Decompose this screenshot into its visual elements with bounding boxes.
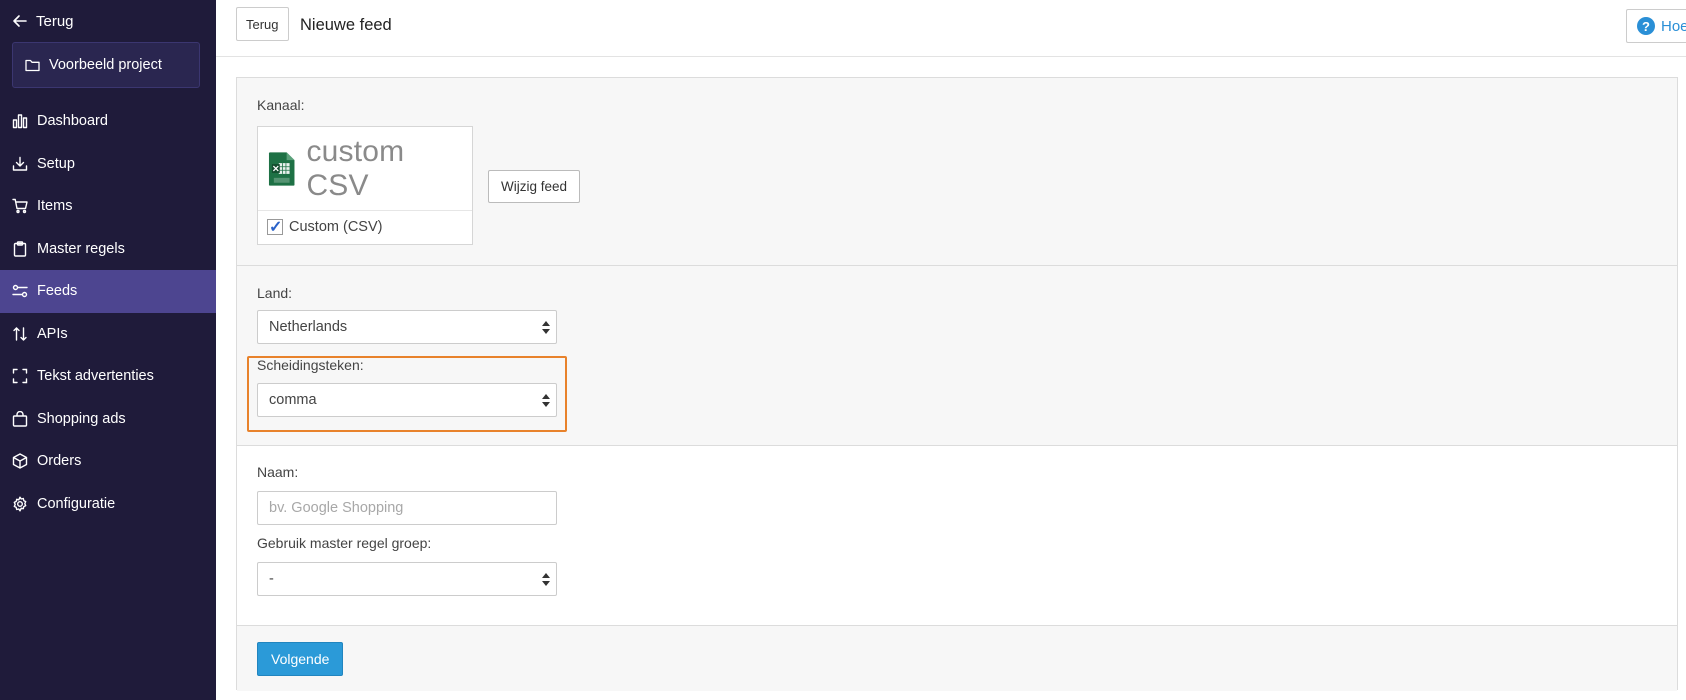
top-bar: Terug Nieuwe feed ? Hoe (216, 0, 1686, 57)
clipboard-icon (13, 241, 27, 257)
sidebar-item-label: Shopping ads (37, 410, 126, 427)
back-button[interactable]: Terug (236, 7, 289, 41)
sliders-icon (12, 285, 28, 298)
sidebar-item-label: APIs (37, 325, 68, 342)
page-title: Nieuwe feed (300, 16, 392, 34)
select-arrows-icon (542, 394, 551, 408)
sidebar-item-shopping-ads[interactable]: Shopping ads (0, 398, 216, 441)
sidebar-item-items[interactable]: Items (0, 185, 216, 228)
channel-option-label: Custom (CSV) (289, 219, 383, 235)
box-icon (12, 453, 28, 469)
folder-icon (25, 59, 40, 72)
frame-corners-icon (12, 369, 28, 384)
sidebar-item-label: Setup (37, 155, 75, 172)
bar-chart-icon (12, 114, 28, 129)
master-group-label: Gebruik master regel groep: (257, 535, 432, 551)
sidebar-item-dashboard[interactable]: Dashboard (0, 100, 216, 143)
master-group-select-value: - (269, 571, 274, 587)
select-arrows-icon (542, 573, 551, 587)
sidebar-item-apis[interactable]: APIs (0, 313, 216, 356)
sidebar-item-orders[interactable]: Orders (0, 440, 216, 483)
channel-logo: custom CSV (258, 127, 472, 211)
channel-card[interactable]: custom CSV Custom (CSV) (257, 126, 473, 245)
channel-option[interactable]: Custom (CSV) (267, 217, 383, 237)
help-label: Hoe (1661, 17, 1686, 35)
arrow-left-icon (13, 15, 27, 27)
country-label: Land: (257, 285, 293, 301)
sidebar-nav: Dashboard Setup Items Master regels Feed… (0, 100, 216, 525)
form-actions: Volgende (237, 626, 1677, 691)
sidebar-item-configuratie[interactable]: Configuratie (0, 483, 216, 526)
channel-logo-text: custom CSV (306, 134, 405, 202)
country-select[interactable]: Netherlands (257, 310, 557, 344)
channel-checkbox[interactable] (267, 217, 283, 237)
country-select-value: Netherlands (269, 319, 348, 335)
sidebar-item-label: Orders (37, 453, 82, 470)
sidebar-item-setup[interactable]: Setup (0, 143, 216, 186)
project-name: Voorbeeld project (49, 57, 162, 73)
select-arrows-icon (542, 321, 551, 335)
channel-section: Kanaal: custom CSV Custom (CSV) Wijzig (237, 78, 1677, 266)
sidebar-item-label: Items (37, 198, 73, 215)
new-feed-form: Kanaal: custom CSV Custom (CSV) Wijzig (236, 77, 1678, 691)
name-label: Naam: (257, 464, 299, 480)
separator-label: Scheidingsteken: (257, 357, 364, 373)
download-tray-icon (12, 156, 28, 171)
country-separator-section: Land: Netherlands Scheidingsteken: comma (237, 266, 1677, 446)
next-button[interactable]: Volgende (257, 642, 344, 676)
sidebar-item-label: Master regels (37, 240, 125, 257)
change-feed-button[interactable]: Wijzig feed (488, 170, 581, 203)
master-group-select[interactable]: - (257, 562, 557, 596)
sidebar-item-feeds[interactable]: Feeds (0, 270, 216, 313)
sidebar-item-label: Configuratie (37, 495, 116, 512)
sidebar-item-master-regels[interactable]: Master regels (0, 228, 216, 271)
name-section: Naam: Gebruik master regel groep: - (237, 446, 1677, 626)
project-selector[interactable]: Voorbeeld project (12, 42, 200, 88)
help-button[interactable]: ? Hoe (1626, 9, 1686, 43)
help-icon: ? (1637, 17, 1655, 35)
separator-select[interactable]: comma (257, 383, 557, 417)
gear-icon (13, 496, 27, 512)
shopping-bag-icon (12, 410, 28, 427)
sidebar: Terug Voorbeeld project Dashboard Setup … (0, 0, 216, 700)
excel-csv-icon (268, 151, 295, 186)
sidebar-item-label: Feeds (37, 283, 78, 300)
channel-label: Kanaal: (257, 97, 305, 113)
sidebar-item-label: Tekst advertenties (37, 368, 154, 385)
name-input[interactable] (257, 491, 557, 525)
sidebar-item-label: Dashboard (37, 113, 108, 130)
back-link-label: Terug (36, 12, 74, 30)
back-link[interactable]: Terug (12, 10, 74, 32)
arrows-updown-icon (13, 327, 27, 341)
cart-icon (12, 199, 28, 214)
separator-select-value: comma (269, 392, 317, 408)
sidebar-item-tekst-advertenties[interactable]: Tekst advertenties (0, 355, 216, 398)
